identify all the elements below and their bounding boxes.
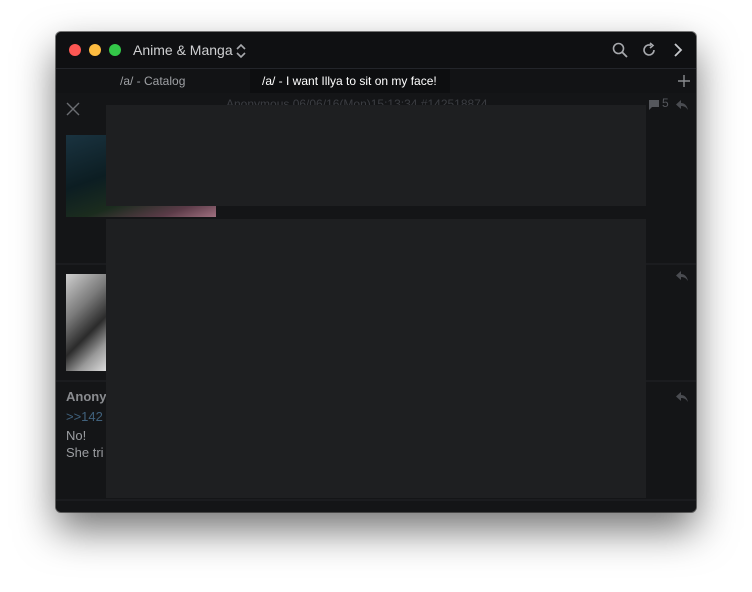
title-bar: Anime & Manga [56,32,696,69]
tab-bar: /a/ - Catalog /a/ - I want Illya to sit … [56,69,696,94]
post-text: She tri [66,445,104,460]
minimize-window-button[interactable] [89,44,101,56]
reply-icon[interactable] [675,390,689,408]
overlay-panel-top [106,105,646,206]
search-icon[interactable] [611,41,629,64]
post-divider [56,499,696,501]
close-window-button[interactable] [69,44,81,56]
zoom-window-button[interactable] [109,44,121,56]
overlay-panel-main [106,219,646,498]
comment-icon [648,98,660,116]
quote-link[interactable]: >>142 [66,409,103,424]
tab-catalog[interactable]: /a/ - Catalog [108,69,254,93]
refresh-icon[interactable] [640,41,658,64]
close-icon[interactable] [66,102,80,121]
post-text: No! [66,428,87,443]
thread-view: Anonymous 06/06/16(Mon)15:13:34 #1425188… [56,93,696,512]
tab-thread[interactable]: /a/ - I want Illya to sit on my face! [250,69,450,93]
add-tab-icon[interactable] [677,74,691,93]
forward-icon[interactable] [671,41,685,64]
board-title[interactable]: Anime & Manga [133,42,233,58]
reply-count: 5 [662,96,669,110]
reply-icon[interactable] [675,98,689,116]
app-window: Anime & Manga /a/ - Catalog /a/ - I want… [56,32,696,512]
reply-icon[interactable] [675,269,689,287]
updown-chevron-icon[interactable] [235,43,247,64]
post-author: Anony [66,389,107,404]
post-thumbnail[interactable] [66,274,106,371]
